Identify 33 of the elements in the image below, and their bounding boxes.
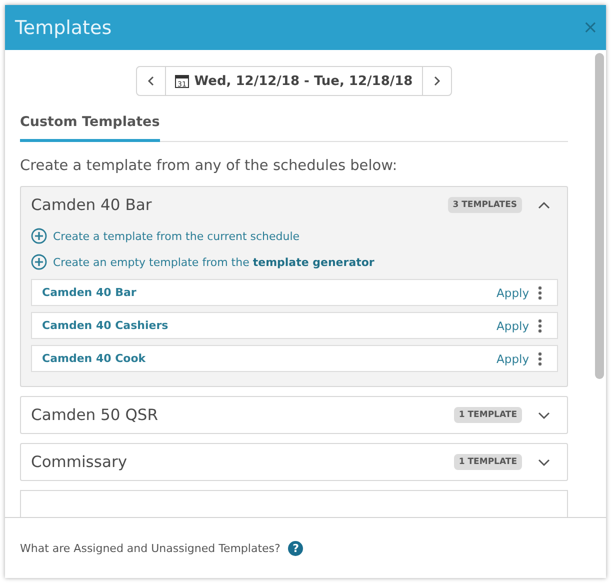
- plus-circle-icon[interactable]: [31, 228, 47, 244]
- schedule-name: Camden 50 QSR: [31, 406, 160, 424]
- template-count-badge: 1 TEMPLATE: [454, 407, 522, 423]
- intro-text: Create a template from any of the schedules below:: [20, 158, 398, 174]
- template-name[interactable]: Camden 40 Cashiers: [42, 319, 497, 332]
- previous-week-icon[interactable]: [147, 75, 156, 87]
- more-options-icon[interactable]: [538, 318, 542, 332]
- expand-chevron-icon[interactable]: [538, 410, 550, 420]
- schedule-name: Commissary: [31, 453, 128, 471]
- create-template-link[interactable]: Create a template from the current schedule: [53, 230, 300, 242]
- apply-link[interactable]: Apply: [496, 352, 529, 366]
- schedule-name: Camden 40 Bar: [31, 196, 153, 214]
- template-row[interactable]: Camden 40 Bar Apply: [31, 279, 558, 306]
- collapse-chevron-icon[interactable]: [538, 200, 550, 210]
- date-range-label[interactable]: Wed, 12/12/18 - Tue, 12/18/18: [194, 74, 413, 88]
- help-text[interactable]: What are Assigned and Unassigned Templates?: [20, 542, 280, 554]
- template-row[interactable]: Camden 40 Cashiers Apply: [31, 312, 558, 339]
- apply-link[interactable]: Apply: [496, 318, 529, 332]
- template-name[interactable]: Camden 40 Cook: [42, 352, 497, 365]
- template-name[interactable]: Camden 40 Bar: [42, 286, 497, 299]
- apply-link[interactable]: Apply: [496, 286, 529, 300]
- next-week-icon[interactable]: [432, 75, 441, 87]
- create-template-link[interactable]: Create an empty template from the template generator: [53, 256, 374, 268]
- template-count-badge: 3 TEMPLATES: [448, 197, 522, 213]
- template-count-badge: 1 TEMPLATE: [454, 454, 522, 470]
- tab[interactable]: Custom Templates: [20, 114, 160, 142]
- template-row[interactable]: Camden 40 Cook Apply: [31, 345, 558, 372]
- plus-circle-icon[interactable]: [31, 254, 47, 270]
- window-title: Templates: [15, 16, 113, 38]
- help-icon[interactable]: ?: [288, 540, 304, 556]
- more-options-icon[interactable]: [538, 352, 542, 366]
- expand-chevron-icon[interactable]: [538, 458, 550, 466]
- more-options-icon[interactable]: [538, 286, 542, 300]
